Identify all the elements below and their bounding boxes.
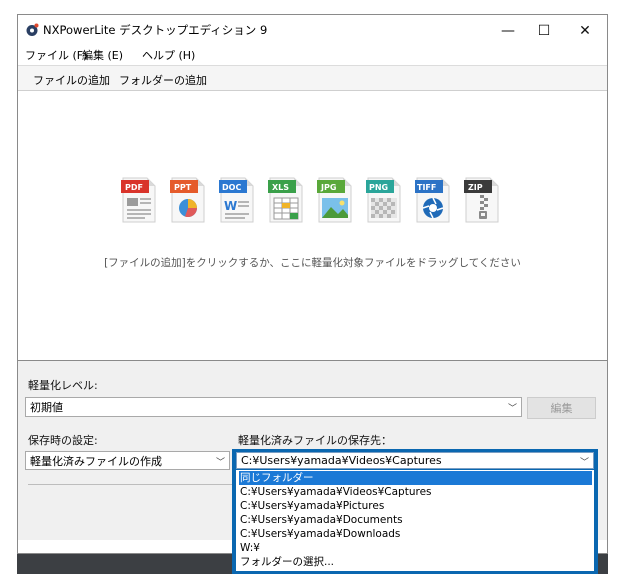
chevron-down-icon: ﹀: [215, 458, 225, 468]
add-folder-button[interactable]: フォルダーの追加: [119, 72, 207, 88]
png-file-icon: PNG: [366, 177, 402, 223]
maximize-button[interactable]: ☐: [522, 15, 566, 46]
compression-level-label: 軽量化レベル:: [28, 379, 98, 392]
save-mode-select[interactable]: 軽量化済みファイルの作成 ﹀: [25, 451, 230, 470]
save-settings-label: 保存時の設定:: [28, 434, 98, 447]
destination-option[interactable]: 同じフォルダー: [239, 471, 592, 485]
destination-option[interactable]: フォルダーの選択...: [239, 555, 592, 569]
file-type-label: XLS: [272, 183, 289, 192]
file-drop-area[interactable]: [18, 91, 607, 361]
tiff-file-icon: TIFF: [415, 177, 451, 223]
doc-file-icon: DOC W: [219, 177, 255, 223]
destination-option[interactable]: C:¥Users¥yamada¥Videos¥Captures: [239, 485, 592, 499]
menu-edit[interactable]: 編集 (E): [82, 47, 123, 63]
destination-option[interactable]: C:¥Users¥yamada¥Downloads: [239, 527, 592, 541]
svg-text:W: W: [224, 199, 237, 213]
file-type-label: PNG: [369, 183, 388, 192]
save-mode-value: 軽量化済みファイルの作成: [30, 454, 162, 468]
ppt-file-icon: PPT: [170, 177, 206, 223]
drop-hint-text: [ファイルの追加]をクリックするか、ここに軽量化対象ファイルをドラッグしてくださ…: [104, 257, 521, 269]
file-type-label: PPT: [174, 183, 192, 192]
compression-level-select[interactable]: 初期値 ﹀: [25, 397, 522, 417]
file-type-label: ZIP: [468, 183, 483, 192]
destination-option[interactable]: C:¥Users¥yamada¥Documents: [239, 513, 592, 527]
file-type-label: TIFF: [417, 183, 436, 192]
destination-options-list: 同じフォルダー C:¥Users¥yamada¥Videos¥Captures …: [236, 470, 594, 571]
destination-label: 軽量化済みファイルの保存先：: [238, 434, 392, 447]
xls-file-icon: XLS: [268, 177, 304, 223]
window-title: NXPowerLite デスクトップエディション 9: [43, 23, 268, 37]
destination-option[interactable]: W:¥: [239, 541, 592, 555]
divider: [28, 484, 235, 485]
zip-file-icon: ZIP: [464, 177, 500, 223]
app-logo-icon: [25, 23, 39, 37]
destination-option[interactable]: C:¥Users¥yamada¥Pictures: [239, 499, 592, 513]
destination-select[interactable]: C:¥Users¥yamada¥Videos¥Captures ﹀: [236, 452, 594, 469]
chevron-down-icon: ﹀: [507, 404, 517, 414]
file-type-label: JPG: [320, 183, 336, 192]
close-button[interactable]: ✕: [563, 15, 607, 46]
add-file-button[interactable]: ファイルの追加: [33, 72, 110, 88]
file-type-label: DOC: [222, 183, 241, 192]
destination-value: C:¥Users¥yamada¥Videos¥Captures: [241, 454, 442, 467]
menu-help[interactable]: ヘルプ (H): [142, 47, 195, 63]
pdf-file-icon: PDF: [121, 177, 157, 223]
file-type-label: PDF: [125, 183, 143, 192]
jpg-file-icon: JPG: [317, 177, 353, 223]
chevron-down-icon: ﹀: [579, 458, 589, 468]
menu-file[interactable]: ファイル (F): [25, 47, 87, 63]
compression-level-value: 初期値: [30, 401, 63, 414]
edit-level-button[interactable]: 編集: [527, 397, 596, 419]
